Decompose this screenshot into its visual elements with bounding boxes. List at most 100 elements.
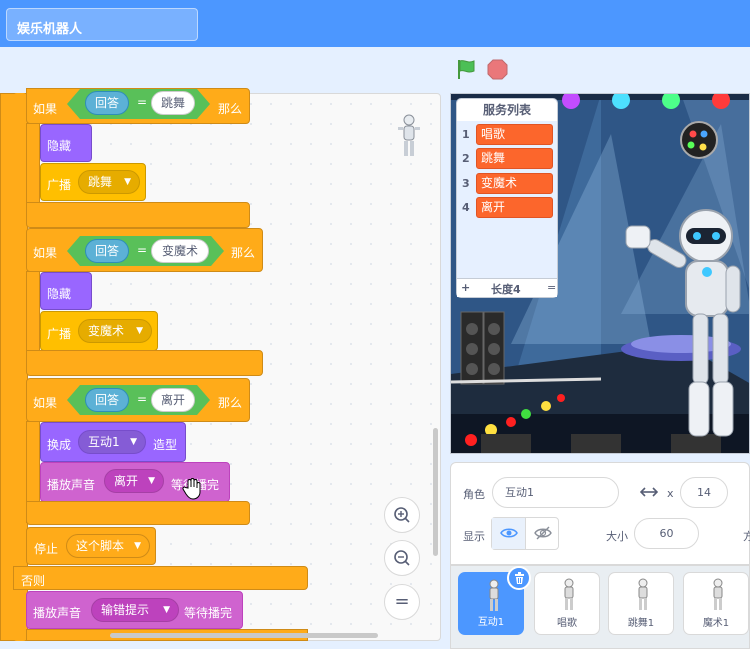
robot-icon [489, 579, 499, 611]
sprite-thumbnail[interactable]: 跳舞1 [608, 572, 674, 635]
resize-handle[interactable]: = [547, 281, 556, 294]
robot-icon [638, 578, 648, 610]
costume-suffix-label: 造型 [153, 438, 178, 452]
robot-icon [564, 578, 574, 610]
size-input[interactable]: 60 [634, 518, 699, 549]
chevron-down-icon: ▼ [163, 605, 170, 615]
sprite-name: 魔术1 [702, 618, 730, 629]
broadcast-message-dropdown[interactable]: 变魔术 ▼ [78, 319, 152, 343]
broadcast-label: 广播 [47, 327, 72, 341]
chevron-down-icon: ▼ [136, 326, 143, 336]
costume-name: 互动1 [88, 435, 120, 449]
equals-sign: = [137, 95, 148, 109]
switch-costume-label: 换成 [47, 438, 72, 452]
chevron-down-icon: ▼ [134, 541, 141, 551]
c-block-inner-arm [13, 93, 27, 641]
sprite-label: 角色 [463, 488, 485, 501]
list-index: 3 [462, 177, 470, 190]
list-title: 服务列表 [457, 99, 557, 121]
robot-icon [713, 578, 723, 610]
answer-reporter[interactable]: 回答 [85, 91, 129, 115]
else-bar: 否则 [13, 566, 308, 590]
trash-icon [515, 572, 524, 584]
else-label: 否则 [21, 574, 46, 588]
answer-reporter[interactable]: 回答 [85, 239, 129, 263]
zoom-out-button[interactable] [384, 540, 420, 576]
then-label: 那么 [231, 246, 256, 260]
sprite-thumbnail[interactable]: 魔术1 [683, 572, 749, 635]
costume-dropdown[interactable]: 互动1 ▼ [78, 430, 146, 454]
show-hidden-button[interactable] [526, 518, 559, 549]
compare-value-input[interactable]: 变魔术 [151, 239, 209, 263]
hide-block[interactable]: 隐藏 [40, 124, 92, 162]
wait-until-done-label: 等待播完 [184, 606, 233, 620]
sound-name: 输错提示 [101, 603, 150, 617]
broadcast-label: 广播 [47, 178, 72, 192]
x-input[interactable]: 14 [680, 477, 728, 508]
play-sound-label: 播放声音 [47, 478, 96, 492]
then-label: 那么 [218, 396, 243, 410]
robot-sprite[interactable] [621, 206, 750, 454]
then-label: 那么 [218, 102, 243, 116]
sprite-name: 互动1 [477, 617, 505, 628]
list-index: 2 [462, 152, 470, 165]
project-title-input[interactable]: 娱乐机器人 [6, 8, 198, 41]
sprite-thumbnail[interactable]: 唱歌 [534, 572, 600, 635]
sound-name: 离开 [114, 474, 139, 488]
hide-label: 隐藏 [47, 287, 72, 301]
zoom-out-icon [394, 550, 410, 566]
equals-sign: = [137, 392, 148, 406]
hand-cursor-icon [182, 478, 201, 500]
vertical-scrollbar[interactable] [433, 428, 438, 556]
eye-slash-icon [534, 526, 552, 540]
horizontal-arrows-icon [640, 487, 658, 497]
x-label: x [667, 487, 674, 500]
delete-sprite-button[interactable] [507, 566, 531, 590]
if-block-foot [26, 202, 250, 228]
equals-sign: = [137, 243, 148, 257]
stop-icon[interactable] [487, 59, 508, 80]
size-label: 大小 [606, 530, 628, 543]
sprite-name: 跳舞1 [627, 618, 655, 629]
show-toggle [491, 517, 559, 550]
eye-icon [500, 528, 518, 538]
broadcast-message: 跳舞 [88, 175, 113, 189]
list-footer: + 长度4 = [457, 278, 557, 297]
zoom-reset-button[interactable]: = [384, 584, 420, 620]
broadcast-message-dropdown[interactable]: 跳舞 ▼ [78, 170, 140, 194]
compare-value-input[interactable]: 跳舞 [151, 91, 195, 115]
list-monitor[interactable]: 服务列表 1 唱歌 2 跳舞 3 变魔术 4 离开 + 长度4 = [456, 98, 558, 298]
hide-block[interactable]: 隐藏 [40, 272, 92, 310]
list-item[interactable]: 变魔术 [476, 173, 553, 194]
if-label: 如果 [33, 396, 58, 410]
compare-value-input[interactable]: 离开 [151, 388, 195, 412]
if-label: 如果 [33, 102, 58, 116]
sprite-name-input[interactable]: 互动1 [492, 477, 619, 508]
list-item[interactable]: 唱歌 [476, 124, 553, 145]
add-item-button[interactable]: + [461, 281, 470, 294]
stop-option: 这个脚本 [76, 539, 125, 553]
show-label: 显示 [463, 530, 485, 543]
stop-option-dropdown[interactable]: 这个脚本 ▼ [66, 534, 150, 558]
list-item[interactable]: 离开 [476, 197, 553, 218]
horizontal-scrollbar[interactable] [110, 633, 378, 638]
list-item[interactable]: 跳舞 [476, 148, 553, 169]
sprite-preview-icon [398, 114, 420, 156]
chevron-down-icon: ▼ [124, 177, 131, 187]
sound-dropdown[interactable]: 离开 ▼ [104, 469, 164, 493]
if-block-foot [26, 501, 250, 525]
direction-label: 方 [743, 530, 750, 543]
list-length: 长度4 [491, 283, 521, 296]
play-sound-label: 播放声音 [33, 606, 82, 620]
show-visible-button[interactable] [492, 518, 526, 549]
menu-bar: 娱乐机器人 [0, 0, 750, 47]
zoom-in-button[interactable] [384, 497, 420, 533]
green-flag-icon[interactable] [455, 58, 477, 80]
answer-reporter[interactable]: 回答 [85, 388, 129, 412]
stage-header [0, 47, 750, 93]
chevron-down-icon: ▼ [148, 476, 155, 486]
if-label: 如果 [33, 246, 58, 260]
sound-dropdown[interactable]: 输错提示 ▼ [91, 598, 179, 622]
if-block-foot [26, 350, 263, 376]
sprite-name: 唱歌 [557, 618, 577, 629]
